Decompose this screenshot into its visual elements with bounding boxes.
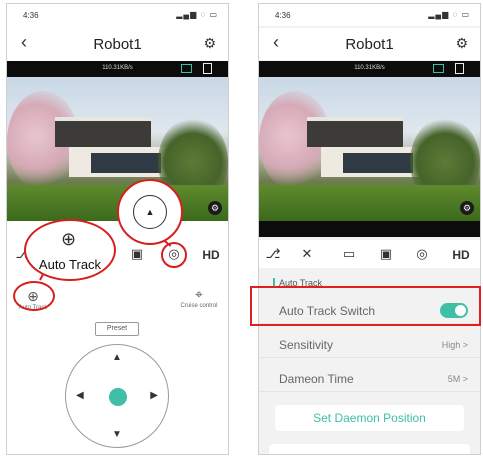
- nav-bar-right: ‹ Robot1 ⚙: [259, 28, 480, 60]
- row-daemon-time[interactable]: Dameon Time 5M >: [259, 364, 480, 392]
- stream-rate-right: 110.31KB/s: [354, 65, 385, 71]
- settings-gear-icon-right[interactable]: ⚙: [455, 35, 468, 52]
- callout-auto-track-icon: ⊕: [61, 229, 77, 249]
- video-house-window-right: [343, 153, 413, 173]
- status-bar-right: 4:36 ▂▄▆ ◌ ▭: [259, 4, 480, 26]
- settings-gear-icon[interactable]: ⚙: [203, 35, 216, 52]
- direction-pad: ▲ ▼ ◀ ▶: [65, 344, 169, 448]
- pan-left-button[interactable]: ◀: [76, 390, 84, 401]
- snapshot-icon-right[interactable]: ▣: [376, 246, 396, 262]
- stream-rate: 110.31KB/s: [102, 65, 133, 71]
- highlight-ring-auto-track: [13, 281, 55, 311]
- set-daemon-position-button[interactable]: Set Daemon Position: [275, 405, 464, 431]
- stream-footer-right: [259, 221, 480, 237]
- cruise-control-icon: ⌖: [195, 286, 203, 302]
- phone-screen-right: 4:36 ▂▄▆ ◌ ▭ ‹ Robot1 ⚙ 110.31KB/s ⚙ ⎇ ✕…: [258, 3, 481, 455]
- video-house-upper: [55, 117, 151, 147]
- camera-video[interactable]: ⚙: [7, 77, 228, 221]
- status-time-right: 4:36: [275, 11, 291, 20]
- camera-video-right[interactable]: ⚙: [259, 77, 480, 221]
- status-icons-right: ▂▄▆ ◌ ▭: [428, 10, 470, 19]
- mute-icon[interactable]: ✕: [297, 246, 317, 262]
- callout-auto-track: ⊕ Auto Track: [24, 219, 116, 281]
- daemon-time-value: 5M >: [447, 374, 468, 384]
- fullscreen-icon-right[interactable]: [455, 63, 464, 74]
- screen-mode-icon[interactable]: [181, 64, 192, 73]
- screen-mode-icon-right[interactable]: [433, 64, 444, 73]
- mic-icon-right[interactable]: ⎇: [263, 246, 283, 262]
- status-icons: ▂▄▆ ◌ ▭: [176, 10, 218, 19]
- video-house-window: [91, 153, 161, 173]
- stream-header-right: 110.31KB/s: [259, 61, 480, 77]
- pan-down-button[interactable]: ▼: [112, 429, 122, 440]
- control-toolbar-right: ⎇ ✕ ▭ ▣ ◎ HD: [259, 240, 480, 268]
- bottom-card: [269, 444, 470, 454]
- page-title: Robot1: [93, 36, 142, 53]
- video-gear-icon-right[interactable]: ⚙: [460, 201, 474, 215]
- hd-button[interactable]: HD: [199, 248, 223, 262]
- status-time: 4:36: [23, 11, 39, 20]
- page-title-right: Robot1: [345, 36, 394, 53]
- ptz-icon-right[interactable]: ◎: [412, 246, 432, 262]
- callout-auto-track-label: Auto Track: [38, 257, 102, 272]
- record-icon[interactable]: ▭: [339, 246, 359, 262]
- sensitivity-label: Sensitivity: [279, 338, 334, 352]
- snapshot-icon[interactable]: ▣: [127, 246, 147, 262]
- pan-center-button[interactable]: [109, 388, 127, 406]
- row-sensitivity[interactable]: Sensitivity High >: [259, 330, 480, 358]
- fn-cruise-label: Cruise control: [180, 303, 218, 309]
- fn-cruise-control[interactable]: ⌖ Cruise control: [173, 286, 225, 309]
- hd-button-right[interactable]: HD: [449, 248, 473, 262]
- daemon-time-label: Dameon Time: [279, 372, 354, 386]
- video-lawn-right: [259, 185, 480, 221]
- video-gear-icon[interactable]: ⚙: [208, 201, 222, 215]
- sensitivity-value: High >: [441, 340, 468, 350]
- highlight-ring-ptz: [161, 242, 187, 268]
- video-house-upper-right: [307, 117, 403, 147]
- pan-right-button[interactable]: ▶: [150, 390, 158, 401]
- stream-header: 110.31KB/s: [7, 61, 228, 77]
- preset-button[interactable]: Preset: [95, 322, 139, 336]
- highlight-box-switch: [250, 286, 481, 326]
- callout-ptz-icon: ▲: [133, 195, 167, 229]
- pan-up-button[interactable]: ▲: [112, 352, 122, 363]
- fullscreen-icon[interactable]: [203, 63, 212, 74]
- nav-bar: ‹ Robot1 ⚙: [7, 28, 228, 60]
- callout-ptz: ▲: [117, 179, 183, 245]
- status-bar: 4:36 ▂▄▆ ◌ ▭: [7, 4, 228, 26]
